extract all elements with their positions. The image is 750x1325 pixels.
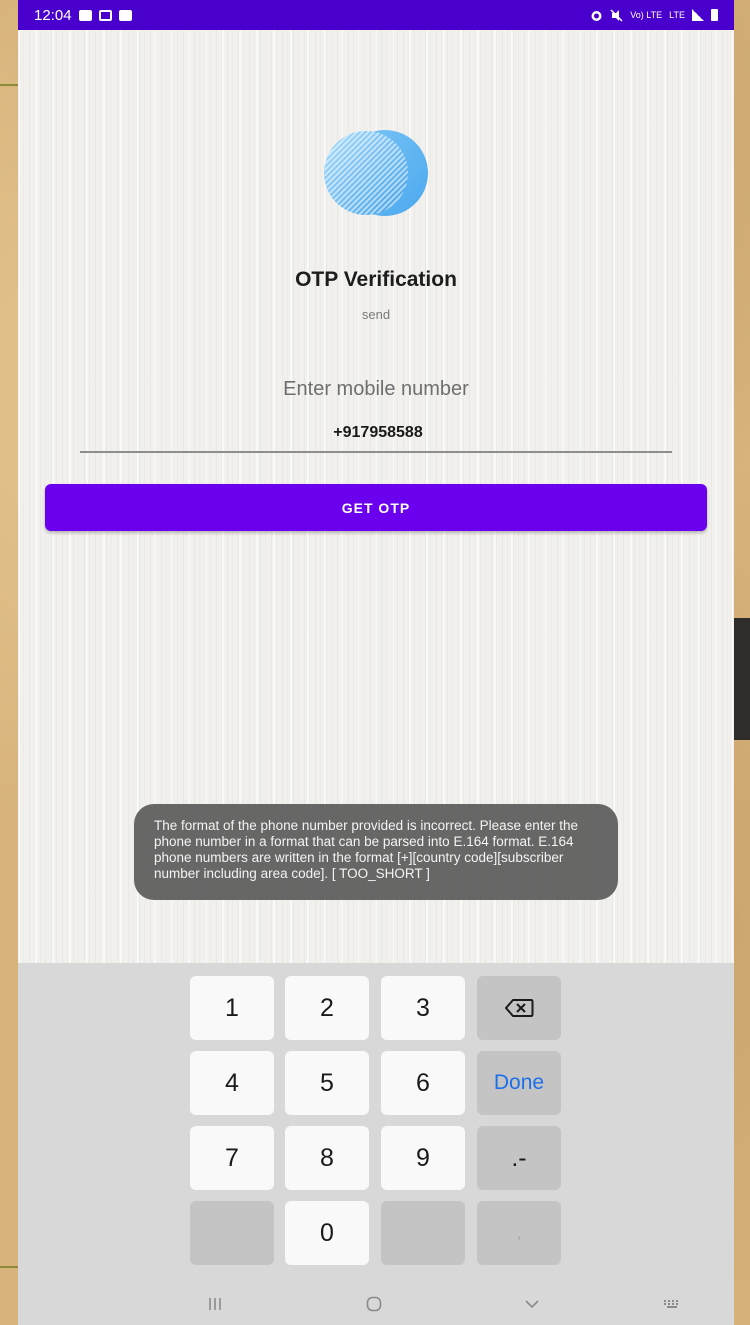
battery-icon xyxy=(711,9,718,21)
signal-icon xyxy=(692,9,704,21)
circle-logo-icon xyxy=(324,130,428,216)
navigation-bar xyxy=(18,1282,734,1325)
phone-input-hint: Enter mobile number xyxy=(283,378,469,400)
phone-number-input[interactable] xyxy=(80,412,676,454)
page-title: OTP Verification xyxy=(295,268,457,291)
phone-screen: 12:04 Vo) LTE LTE OTP Verification send … xyxy=(18,0,734,1325)
mute-icon xyxy=(610,8,623,22)
numeric-keyboard: 1 2 3 4 5 6 Done 7 8 9 .- 0 , xyxy=(18,963,734,1325)
home-button[interactable] xyxy=(354,1290,394,1318)
home-icon xyxy=(366,1296,382,1312)
keyboard-switch-button[interactable] xyxy=(652,1290,692,1318)
key-0[interactable]: 0 xyxy=(285,1201,369,1265)
status-bar: 12:04 Vo) LTE LTE xyxy=(18,0,734,30)
recent-apps-icon xyxy=(209,1298,221,1310)
status-right: Vo) LTE LTE xyxy=(590,8,718,22)
volte-icon: Vo) LTE xyxy=(630,9,663,20)
gallery-icon xyxy=(78,9,92,21)
dot-dash-key[interactable]: .- xyxy=(477,1126,561,1190)
status-left: 12:04 xyxy=(34,7,132,24)
frame-line-bottom xyxy=(0,1266,20,1268)
key-4[interactable]: 4 xyxy=(190,1051,274,1115)
comma-key[interactable]: , xyxy=(477,1201,561,1265)
recent-apps-button[interactable] xyxy=(195,1290,235,1318)
back-icon xyxy=(525,1300,539,1309)
keyboard-switch-icon xyxy=(664,1300,678,1308)
empty-key-left xyxy=(190,1201,274,1265)
input-underline xyxy=(80,451,672,453)
get-otp-button[interactable]: GET OTP xyxy=(45,484,707,531)
key-2[interactable]: 2 xyxy=(285,976,369,1040)
page-subtitle: send xyxy=(361,307,391,322)
frame-line-top xyxy=(0,84,20,86)
side-tab xyxy=(734,618,750,740)
backspace-icon xyxy=(505,999,534,1017)
key-9[interactable]: 9 xyxy=(381,1126,465,1190)
key-3[interactable]: 3 xyxy=(381,976,465,1040)
cast-icon xyxy=(98,9,112,21)
back-button[interactable] xyxy=(512,1290,552,1318)
done-key[interactable]: Done xyxy=(477,1051,561,1115)
status-time: 12:04 xyxy=(34,6,72,24)
lte-icon: LTE xyxy=(669,9,685,20)
error-toast: The format of the phone number provided … xyxy=(134,804,618,900)
alarm-icon xyxy=(591,10,602,21)
empty-key-right xyxy=(381,1201,465,1265)
backspace-key[interactable] xyxy=(477,976,561,1040)
checkbox-icon xyxy=(118,9,132,21)
key-6[interactable]: 6 xyxy=(381,1051,465,1115)
key-5[interactable]: 5 xyxy=(285,1051,369,1115)
key-8[interactable]: 8 xyxy=(285,1126,369,1190)
key-7[interactable]: 7 xyxy=(190,1126,274,1190)
key-1[interactable]: 1 xyxy=(190,976,274,1040)
